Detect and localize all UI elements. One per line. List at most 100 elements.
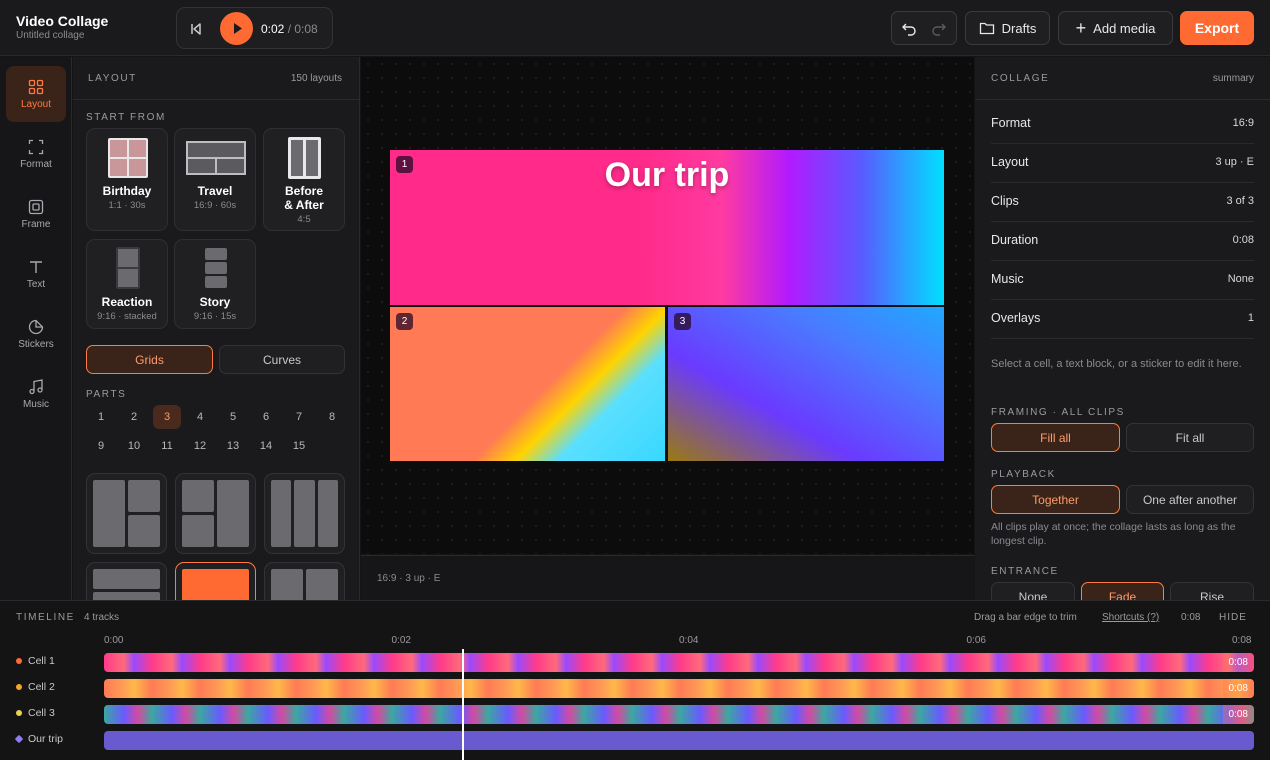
summary-value: 16:9 (1232, 117, 1254, 129)
collage-cell-1[interactable]: 1 Our trip (390, 150, 944, 305)
current-time: 0:02 (261, 22, 285, 36)
part-option-4[interactable]: 4 (186, 405, 214, 429)
ruler-tick: 0:04 (679, 635, 699, 646)
rail-item-frame[interactable]: Frame (6, 186, 66, 242)
rail-item-layout[interactable]: Layout (6, 66, 66, 122)
entrance-none-button[interactable]: None (991, 582, 1075, 600)
collage-canvas: 1 Our trip 2 3 (390, 150, 944, 461)
part-option-5[interactable]: 5 (219, 405, 247, 429)
template-thumb (186, 141, 246, 175)
layout-option[interactable] (175, 473, 256, 554)
shortcuts-link[interactable]: Shortcuts (?) (1102, 612, 1159, 623)
rail-item-text[interactable]: Text (6, 246, 66, 302)
summary-value: None (1227, 273, 1254, 285)
summary-row: Layout 3 up · E (991, 144, 1254, 183)
part-option-15[interactable]: 15 (285, 434, 313, 458)
overlay-text-title[interactable]: Our trip (390, 156, 944, 195)
redo-icon[interactable] (931, 20, 947, 36)
template-name: Travel (197, 184, 233, 198)
part-option-11[interactable]: 11 (153, 434, 181, 458)
track-end-time: 0:08 (1222, 679, 1254, 698)
add-media-label: Add media (1093, 20, 1156, 36)
template-thumb (116, 247, 140, 289)
collage-name[interactable]: Untitled collage (16, 30, 84, 41)
hide-timeline-button[interactable]: HIDE (1219, 612, 1247, 623)
part-option-1[interactable]: 1 (87, 405, 115, 429)
export-button[interactable]: Export (1180, 11, 1254, 45)
part-option-3[interactable]: 3 (153, 405, 181, 429)
play-button[interactable] (220, 12, 253, 45)
playback-together-button[interactable]: Together (991, 485, 1120, 514)
timeline: TIMELINE 4 tracks Drag a bar edge to tri… (0, 600, 1270, 760)
player-controls: 0:02 / 0:08 (176, 7, 333, 49)
add-media-button[interactable]: + Add media (1058, 11, 1173, 45)
track-count: 4 tracks (84, 612, 120, 623)
template-name: Reaction (101, 295, 153, 309)
track-name: Cell 3 (28, 707, 55, 719)
entrance-rise-button[interactable]: Rise (1170, 582, 1254, 600)
part-option-7[interactable]: 7 (285, 405, 313, 429)
template-reaction[interactable]: Reaction 9:16 · stacked (86, 239, 168, 329)
tab-curves[interactable]: Curves (219, 345, 345, 374)
layout-option-selected[interactable] (175, 562, 256, 600)
summary-value: 0:08 (1232, 234, 1254, 246)
part-option-10[interactable]: 10 (120, 434, 148, 458)
fill-all-button[interactable]: Fill all (991, 423, 1120, 452)
template-meta: 9:16 · stacked (97, 311, 157, 322)
part-option-9[interactable]: 9 (87, 434, 115, 458)
track-name: Our trip (28, 733, 64, 745)
track-bar[interactable]: 0:08 (104, 705, 1254, 724)
timecode: 0:02 / 0:08 (261, 22, 318, 36)
layout-option[interactable] (86, 562, 167, 600)
divider (73, 99, 359, 100)
playhead[interactable] (462, 649, 465, 760)
collage-cell-3[interactable]: 3 (668, 307, 944, 461)
playback-sequential-button[interactable]: One after another (1126, 485, 1254, 514)
drafts-button[interactable]: Drafts (965, 11, 1050, 45)
template-thumb (108, 138, 148, 178)
track-name: Cell 2 (28, 681, 55, 693)
playback-note: All clips play at once; the collage last… (991, 521, 1236, 547)
layout-option[interactable] (264, 473, 345, 554)
parts-label: PARTS (86, 389, 127, 400)
layout-option[interactable] (264, 562, 345, 600)
cell-number: 2 (396, 313, 413, 330)
template-story[interactable]: Story 9:16 · 15s (174, 239, 256, 329)
part-option-14[interactable]: 14 (252, 434, 280, 458)
summary-key: Clips (991, 194, 1019, 208)
undo-icon[interactable] (901, 20, 917, 36)
tab-grids[interactable]: Grids (86, 345, 213, 374)
summary-value: 3 of 3 (1226, 195, 1254, 207)
play-icon (234, 23, 242, 34)
template-thumb (205, 248, 227, 288)
track-bar[interactable] (104, 731, 1254, 750)
rail-item-format[interactable]: Format (6, 126, 66, 182)
template-travel[interactable]: Travel 16:9 · 60s (174, 128, 256, 231)
track-end-time: 0:08 (1222, 653, 1254, 672)
template-meta: 16:9 · 60s (193, 200, 237, 211)
rail-label: Layout (20, 98, 52, 110)
part-option-13[interactable]: 13 (219, 434, 247, 458)
cell-number: 3 (674, 313, 691, 330)
track-bar[interactable]: 0:08 (104, 653, 1254, 672)
summary-key: Music (991, 272, 1024, 286)
plus-icon: + (1075, 18, 1087, 38)
skip-back-icon[interactable] (187, 20, 205, 38)
app-title: Video Collage (16, 13, 109, 29)
fit-all-button[interactable]: Fit all (1126, 423, 1254, 452)
rail-label: Format (20, 158, 52, 170)
rail-item-stickers[interactable]: Stickers (6, 306, 66, 362)
part-option-6[interactable]: 6 (252, 405, 280, 429)
template-before-after[interactable]: Before & After 4:5 (263, 128, 345, 231)
template-name: Birthday (102, 184, 152, 198)
collage-cell-2[interactable]: 2 (390, 307, 665, 461)
entrance-fade-button[interactable]: Fade (1081, 582, 1164, 600)
track-bar[interactable]: 0:08 (104, 679, 1254, 698)
template-birthday[interactable]: Birthday 1:1 · 30s (86, 128, 168, 231)
rail-item-music[interactable]: Music (6, 366, 66, 422)
layout-option[interactable] (86, 473, 167, 554)
part-option-12[interactable]: 12 (186, 434, 214, 458)
part-option-8[interactable]: 8 (318, 405, 346, 429)
part-option-2[interactable]: 2 (120, 405, 148, 429)
summary-row: Clips 3 of 3 (991, 183, 1254, 222)
